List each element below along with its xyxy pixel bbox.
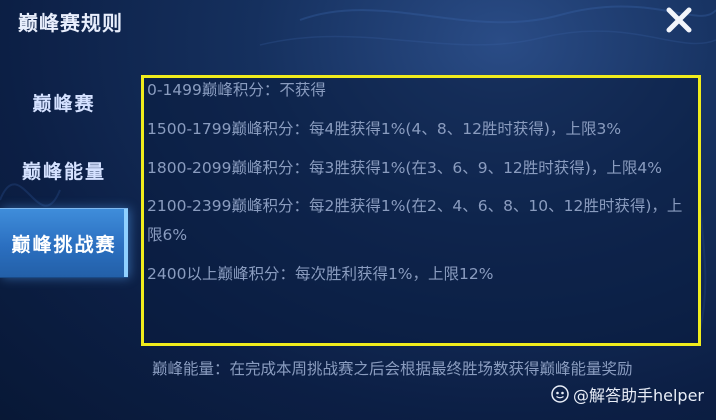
- footer-note: 巅峰能量：在完成本周挑战赛之后会根据最终胜场数获得巅峰能量奖励: [152, 360, 633, 378]
- tab-peak-match[interactable]: 巅峰赛: [0, 74, 128, 130]
- watermark: @解答助手helper: [551, 382, 704, 406]
- sidebar: 巅峰赛 巅峰能量 巅峰挑战赛: [0, 60, 130, 360]
- tab-peak-energy[interactable]: 巅峰能量: [0, 142, 128, 198]
- close-icon: [666, 7, 692, 33]
- window-title: 巅峰赛规则: [18, 11, 123, 35]
- watermark-logo-icon: [551, 385, 569, 403]
- tab-peak-challenge[interactable]: 巅峰挑战赛: [0, 208, 128, 278]
- rule-item: 1800-2099巅峰积分：每3胜获得1%(在3、6、9、12胜时获得)，上限4…: [147, 158, 662, 177]
- rule-item: 0-1499巅峰积分：不获得: [147, 81, 326, 99]
- watermark-text: @解答助手helper: [572, 386, 704, 405]
- rule-item: 1500-1799巅峰积分：每4胜获得1%(4、8、12胜时获得)，上限3%: [147, 119, 622, 138]
- rules-list: 0-1499巅峰积分：不获得 1500-1799巅峰积分：每4胜获得1%(4、8…: [147, 76, 695, 289]
- rule-item: 2400以上巅峰积分：每次胜利获得1%，上限12%: [147, 264, 494, 283]
- close-button[interactable]: [662, 4, 696, 36]
- rule-item: 2100-2399巅峰积分：每2胜获得1%(在2、4、6、8、10、12胜时获得…: [147, 197, 683, 245]
